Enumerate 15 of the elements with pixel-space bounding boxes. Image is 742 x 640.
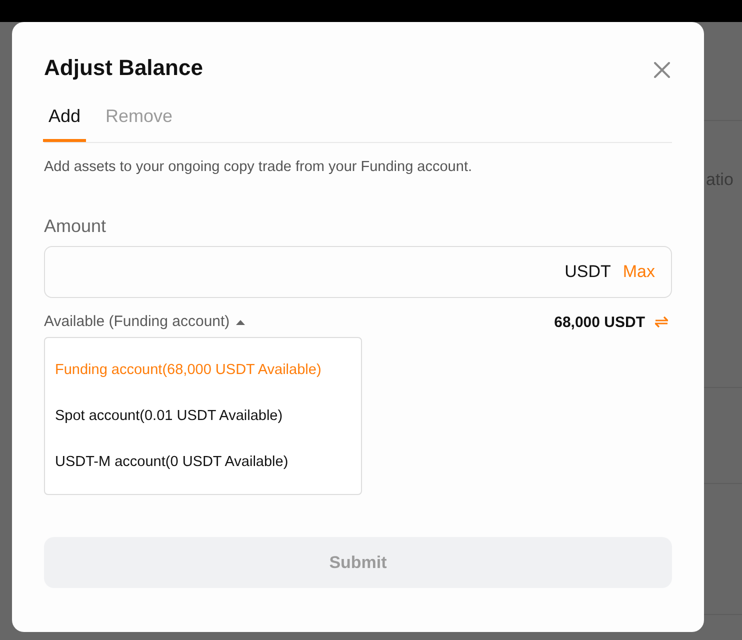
dropdown-option[interactable]: USDT-M account(0 USDT Available): [45, 439, 361, 485]
amount-label: Amount: [44, 215, 106, 238]
close-button[interactable]: [654, 62, 670, 78]
swap-button[interactable]: [655, 316, 668, 328]
tab[interactable]: Add: [43, 100, 86, 142]
caret-icon: [236, 320, 245, 324]
dialog-title: Adjust Balance: [44, 54, 203, 82]
balance-text: 68,000 USDT: [554, 314, 645, 330]
account-dropdown-toggle[interactable]: Available (Funding account): [44, 312, 245, 332]
swap-arrows-icon: [655, 316, 668, 328]
dropdown-option[interactable]: Spot account(0.01 USDT Available): [45, 393, 361, 439]
description-text: Add assets to your ongoing copy trade from your Funding account.: [44, 158, 473, 177]
currency-label: USDT: [564, 262, 611, 282]
close-icon: [654, 62, 670, 78]
amount-field[interactable]: USDT Max: [44, 246, 672, 298]
